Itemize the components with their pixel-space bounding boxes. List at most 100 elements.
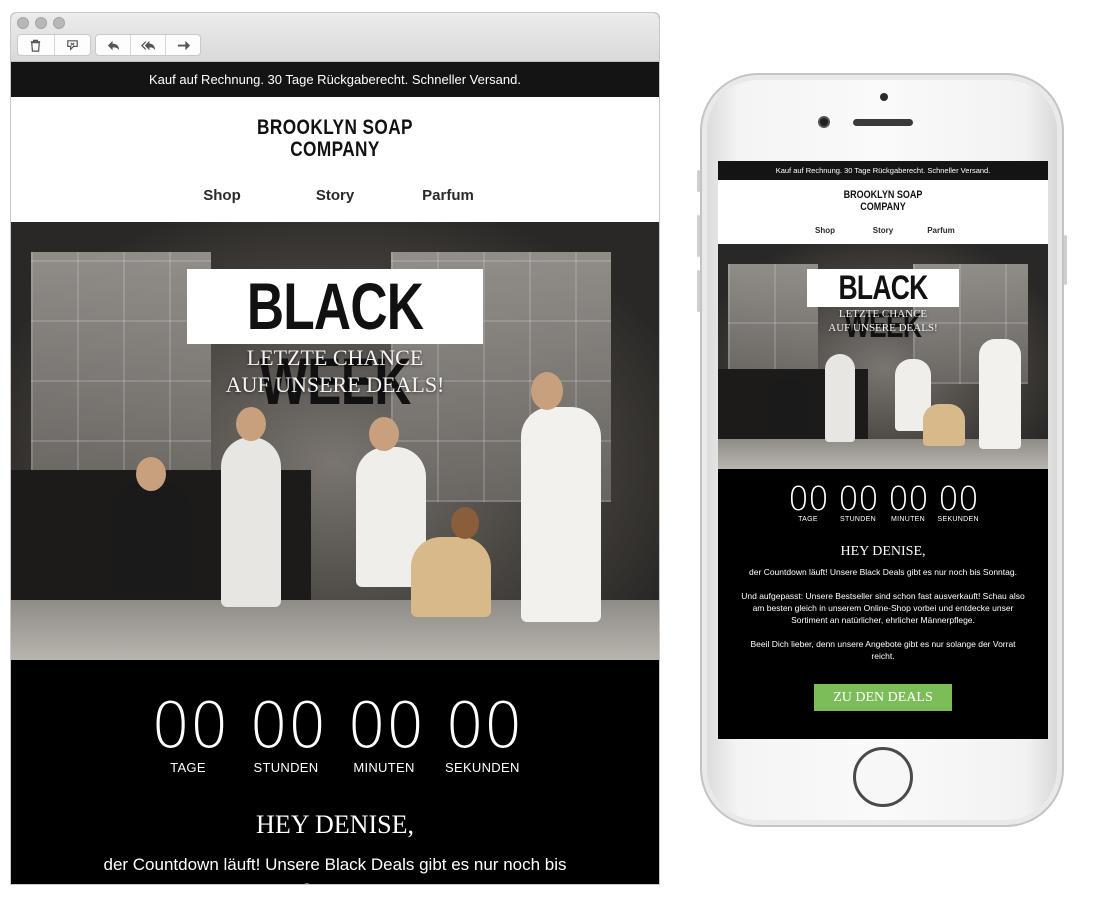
front-camera [818,116,830,128]
logo-line-2: COMPANY [290,138,380,161]
mobile-countdown-seconds: 00 SEKUNDEN [937,479,980,523]
email-nav: Shop Story Parfum [11,187,659,204]
mobile-countdown-seconds-value: 00 [938,479,979,518]
mute-switch [697,170,700,192]
toolbar-group-reply [95,34,201,56]
toolbar-group-delete [17,34,91,56]
zoom-window-button[interactable] [53,17,65,29]
reply-all-icon [140,40,155,50]
hero-person-4 [411,537,491,617]
mobile-email-header: BROOKLYN SOAP COMPANY Shop Story Parfum [718,180,1048,244]
earpiece-speaker [853,119,913,126]
mobile-hero-sub-line-2: AUF UNSERE DEALS! [828,322,938,334]
mobile-greeting-heading: HEY DENISE, [840,544,926,559]
mobile-email-nav: Shop Story Parfum [718,226,1048,235]
countdown-hours: 00 STUNDEN [249,689,327,776]
brand-logo[interactable]: BROOKLYN SOAP COMPANY [69,117,600,161]
countdown-seconds-label: SEKUNDEN [445,760,520,775]
mobile-countdown-minutes-label: MINUTEN [891,516,925,523]
email-header: BROOKLYN SOAP COMPANY Shop Story Parfum [11,97,659,222]
minimize-window-button[interactable] [35,17,47,29]
countdown-days: 00 TAGE [151,689,229,776]
countdown-minutes: 00 MINUTEN [347,689,425,776]
mobile-brand-logo[interactable]: BROOKLYN SOAP COMPANY [748,189,1019,213]
hero-person-4-head [451,507,479,539]
hero-sub-line-2: AUF UNSERE DEALS! [225,372,445,397]
iphone-mockup: Kauf auf Rechnung. 30 Tage Rückgaberecht… [697,73,1067,827]
mobile-countdown-days: 00 TAGE [788,479,829,523]
countdown-timer: 00 TAGE 00 STUNDEN 00 MINUTEN 00 SEKUNDE… [11,689,659,776]
countdown-seconds: 00 SEKUNDEN [445,689,523,776]
mobile-hero-person-2 [825,354,855,442]
countdown-minutes-label: MINUTEN [353,760,415,775]
volume-down-button [697,270,700,312]
hero-person-3-head [369,417,399,451]
black-week-badge: BLACK WEEK [187,269,483,418]
mobile-hero-image[interactable]: BLACK WEEK LETZTE CHANCE AUF UNSERE DEAL… [718,244,1048,469]
mobile-paragraph-3: Beeil Dich lieber, denn unsere Angebote … [750,639,1016,661]
mobile-black-week-badge: BLACK WEEK [807,269,959,345]
close-window-button[interactable] [17,17,29,29]
phone-screen: Kauf auf Rechnung. 30 Tage Rückgaberecht… [718,161,1048,739]
mobile-hero-person-1 [768,379,810,435]
mobile-paragraph-2: Und aufgepasst: Unsere Bestseller sind s… [741,591,1025,625]
hero-person-1-head [136,457,166,491]
mobile-hero-person-5 [979,339,1021,449]
countdown-seconds-value: 00 [445,689,523,762]
home-button[interactable] [853,747,913,807]
forward-button[interactable] [166,35,200,55]
nav-shop-link[interactable]: Shop [166,187,279,204]
reply-button[interactable] [96,35,131,55]
mobile-countdown-seconds-label: SEKUNDEN [937,516,979,523]
mobile-logo-line-2: COMPANY [860,201,906,213]
reply-icon [107,40,119,50]
desktop-mail-window: Kauf auf Rechnung. 30 Tage Rückgaberecht… [10,12,660,885]
greeting-heading: HEY DENISE, [256,810,414,839]
mobile-countdown-hours-label: STUNDEN [840,516,876,523]
hero-subheadline: LETZTE CHANCE AUF UNSERE DEALS! [11,344,659,398]
mobile-countdown-days-value: 00 [788,479,829,518]
mobile-nav-parfum-link[interactable]: Parfum [912,226,970,235]
countdown-days-label: TAGE [170,760,206,775]
hero-person-2 [221,437,281,607]
deals-cta-button[interactable]: ZU DEN DEALS [814,684,952,711]
mobile-countdown-minutes: 00 MINUTEN [888,479,929,523]
countdown-days-value: 00 [151,689,229,762]
delete-button[interactable] [18,35,55,55]
mobile-body-text: der Countdown läuft! Unsere Black Deals … [740,566,1026,674]
mobile-hero-subheadline: LETZTE CHANCE AUF UNSERE DEALS! [718,307,1048,335]
mobile-countdown-minutes-value: 00 [888,479,929,518]
hero-sub-line-1: LETZTE CHANCE [246,345,424,370]
mobile-hero-sub-line-1: LETZTE CHANCE [838,308,928,320]
nav-story-link[interactable]: Story [279,187,392,204]
shipping-info-bar: Kauf auf Rechnung. 30 Tage Rückgaberecht… [11,62,659,97]
countdown-hours-value: 00 [249,689,327,762]
mobile-countdown-hours: 00 STUNDEN [838,479,879,523]
reply-all-button[interactable] [131,35,166,55]
hero-image[interactable]: BLACK WEEK LETZTE CHANCE AUF UNSERE DEAL… [11,222,659,660]
hero-person-1 [111,482,191,592]
volume-up-button [697,215,700,257]
power-button [1064,235,1067,285]
logo-line-1: BROOKLYN SOAP [257,116,413,139]
intro-text: der Countdown läuft! Unsere Black Deals … [103,855,567,884]
junk-button[interactable] [55,35,91,55]
countdown-hours-label: STUNDEN [253,760,319,775]
mobile-nav-story-link[interactable]: Story [854,226,912,235]
junk-icon [66,39,78,51]
hero-person-5 [521,407,601,622]
countdown-minutes-value: 00 [347,689,425,762]
mobile-shipping-info-bar: Kauf auf Rechnung. 30 Tage Rückgaberecht… [718,161,1048,180]
nav-parfum-link[interactable]: Parfum [392,187,505,204]
mobile-paragraph-1: der Countdown läuft! Unsere Black Deals … [749,567,1017,577]
mobile-hero-person-4 [923,404,965,446]
mobile-countdown-timer: 00 TAGE 00 STUNDEN 00 MINUTEN 00 SEKUNDE… [718,479,1048,523]
proximity-sensor [880,93,888,101]
mobile-nav-shop-link[interactable]: Shop [796,226,854,235]
trash-icon [31,39,41,52]
forward-icon [177,40,190,50]
mail-titlebar [11,13,659,62]
window-controls [17,17,65,29]
mobile-logo-line-1: BROOKLYN SOAP [843,189,923,201]
mobile-countdown-hours-value: 00 [838,479,879,518]
